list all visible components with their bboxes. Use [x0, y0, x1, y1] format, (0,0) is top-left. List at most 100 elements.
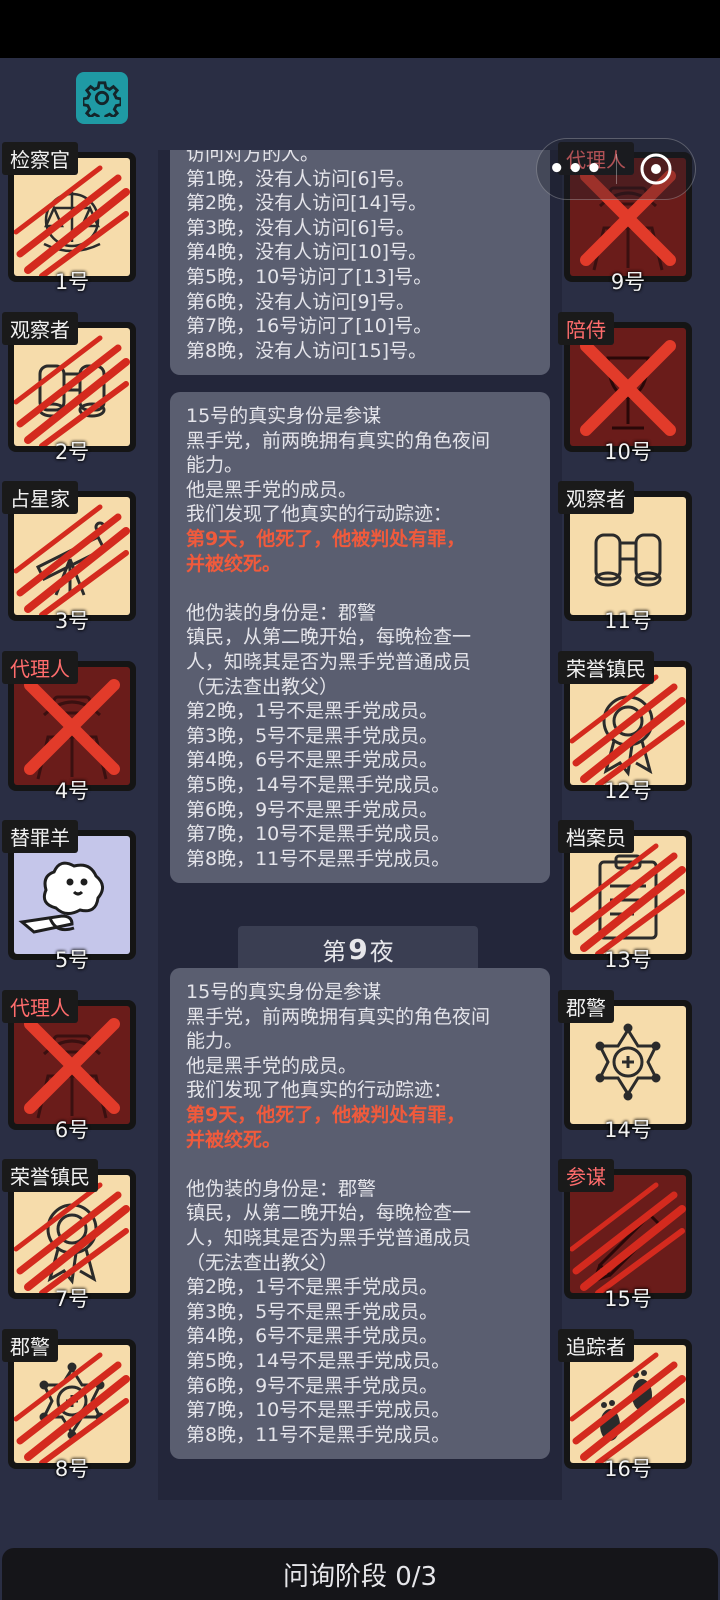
player-card[interactable]: 荣誉镇民 12号	[558, 650, 694, 807]
message-line: 他伪装的身份是：郡警	[186, 1177, 377, 1200]
player-number: 7号	[54, 1287, 90, 1311]
message-line: 第3晚，5号不是黑手党成员。	[186, 724, 439, 747]
claw-slash-icon	[570, 1182, 686, 1293]
message-line: 第7晚，16号访问了[10]号。	[186, 315, 433, 338]
message-line: 第5晚，14号不是黑手党成员。	[186, 1349, 451, 1372]
role-portrait	[570, 1005, 686, 1124]
sheep-icon	[18, 861, 104, 934]
role-label: 荣誉镇民	[558, 650, 654, 684]
claw-slash-icon	[570, 674, 686, 785]
role-label: 追踪者	[558, 1328, 634, 1362]
player-card[interactable]: 观察者 11号	[558, 481, 694, 637]
phase-label: 问询阶段 0/3	[282, 1561, 438, 1592]
role-label: 观察者	[2, 311, 78, 345]
claw-slash-icon	[570, 1352, 686, 1463]
message-line: 第8晚，没有人访问[15]号。	[186, 339, 428, 362]
message-line: 第8晚，11号不是黑手党成员。	[186, 1423, 451, 1446]
message-line: 第3晚，没有人访问[6]号。	[186, 216, 416, 239]
cross-mark-icon	[24, 1017, 120, 1114]
night-number: 9	[348, 932, 368, 966]
player-number: 8号	[54, 1456, 90, 1481]
player-number: 12号	[604, 778, 652, 803]
message-line: （无法查出教父）	[186, 1251, 339, 1274]
role-label: 郡警	[2, 1328, 58, 1362]
night-prefix: 第	[322, 937, 347, 966]
player-card[interactable]: 代理人 6号	[2, 989, 138, 1146]
message-line: 镇民，从第二晚开始，每晚检查一	[186, 1202, 472, 1225]
message-line: 访问对方的人。	[186, 150, 320, 165]
player-card[interactable]: 荣誉镇民 7号	[2, 1159, 138, 1315]
player-number: 4号	[54, 778, 90, 803]
message-line: 第6晚，9号不是黑手党成员。	[186, 798, 439, 821]
message-line: 黑手党，前两晚拥有真实的角色夜间	[186, 429, 491, 452]
player-card[interactable]: 追踪者 16号	[558, 1328, 694, 1485]
target-close-icon[interactable]	[617, 151, 696, 187]
role-label: 荣誉镇民	[2, 1159, 98, 1192]
message-line: 第6晚，没有人访问[9]号。	[186, 290, 416, 313]
message-line: 我们发现了他真实的行动踪迹：	[186, 1079, 453, 1102]
player-number: 3号	[54, 609, 90, 633]
message-line: 15号的真实身份是参谋	[186, 405, 382, 427]
player-number: 13号	[604, 948, 652, 972]
player-card[interactable]: 占星家 3号	[2, 481, 138, 637]
player-number: 14号	[604, 1117, 652, 1142]
player-card[interactable]: 替罪羊 5号	[2, 820, 138, 976]
role-label: 观察者	[558, 481, 634, 514]
message-line: 第4晚，6号不是黑手党成员。	[186, 1325, 439, 1348]
message-card: 访问对方的人。 第1晚，没有人访问[6]号。 第2晚，没有人访问[14]号。 第3晚，…	[170, 150, 550, 376]
role-portrait	[570, 666, 686, 785]
role-label: 参谋	[558, 1159, 614, 1192]
message-line: 第5晚，14号不是黑手党成员。	[186, 773, 451, 796]
message-line: 第6晚，9号不是黑手党成员。	[186, 1374, 439, 1397]
player-card[interactable]: 参谋 15号	[558, 1159, 694, 1315]
player-card[interactable]: 检察官 1号	[2, 142, 138, 298]
player-number: 15号	[604, 1287, 652, 1311]
message-card: 15号的真实身份是参谋 黑手党，前两晚拥有真实的角色夜间 能力。 他是黑手党的成员。我…	[170, 392, 550, 884]
night-suffix: 夜	[369, 937, 394, 966]
player-card[interactable]: 观察者 2号	[2, 311, 138, 468]
night-divider: 第 9 夜	[238, 926, 478, 972]
claw-slash-icon	[570, 843, 686, 954]
message-line: 他伪装的身份是：郡警	[186, 601, 377, 624]
player-card[interactable]: 档案员 13号	[558, 820, 694, 976]
role-portrait	[570, 497, 686, 615]
settings-button[interactable]	[76, 72, 128, 124]
role-label: 检察官	[2, 142, 78, 175]
player-card[interactable]: 陪侍 10号	[558, 311, 694, 468]
player-card[interactable]: 代理人 4号	[2, 650, 138, 807]
message-line: 能力。	[186, 454, 244, 477]
message-card: 15号的真实身份是参谋 黑手党，前两晚拥有真实的角色夜间 能力。 他是黑手党的成员。我…	[170, 968, 550, 1460]
message-line: 人，知晓其是否为黑手党普通成员	[186, 1226, 472, 1249]
message-line: 黑手党，前两晚拥有真实的角色夜间	[186, 1005, 491, 1028]
message-line: （无法查出教父）	[186, 675, 339, 698]
more-dots-icon[interactable]: •••	[537, 154, 616, 184]
role-label: 替罪羊	[2, 820, 78, 853]
message-line: 第4晚，6号不是黑手党成员。	[186, 749, 439, 772]
message-line: 我们发现了他真实的行动踪迹：	[186, 503, 453, 526]
message-line: 第8晚，11号不是黑手党成员。	[186, 847, 451, 870]
cross-mark-icon	[580, 339, 676, 436]
message-line: 他是黑手党的成员。	[186, 478, 358, 501]
player-card[interactable]: 郡警 14号	[558, 989, 694, 1146]
badge-icon	[595, 1023, 661, 1100]
message-line: 第1晚，没有人访问[6]号。	[186, 167, 416, 190]
role-label: 郡警	[558, 989, 614, 1023]
role-portrait	[14, 1175, 130, 1293]
role-portrait	[570, 327, 686, 446]
claw-slash-icon	[14, 1182, 130, 1293]
message-feed[interactable]: 访问对方的人。 第1晚，没有人访问[6]号。 第2晚，没有人访问[14]号。 第3晚，…	[158, 150, 562, 1500]
player-number: 6号	[54, 1117, 90, 1142]
message-line: 能力。	[186, 1030, 244, 1053]
phase-bar[interactable]: 问询阶段 0/3	[2, 1548, 718, 1600]
player-number: 2号	[54, 439, 90, 464]
message-line: 第5晚，10号访问了[13]号。	[186, 265, 433, 288]
player-card[interactable]: 郡警 8号	[2, 1328, 138, 1485]
message-line: 第7晚，10号不是黑手党成员。	[186, 1399, 451, 1422]
role-label: 占星家	[2, 481, 78, 514]
role-label: 陪侍	[558, 311, 614, 345]
cross-mark-icon	[24, 678, 120, 775]
death-text: 并被绞死。	[186, 1128, 282, 1151]
player-number: 11号	[604, 609, 652, 633]
message-line: 镇民，从第二晚开始，每晚检查一	[186, 626, 472, 649]
